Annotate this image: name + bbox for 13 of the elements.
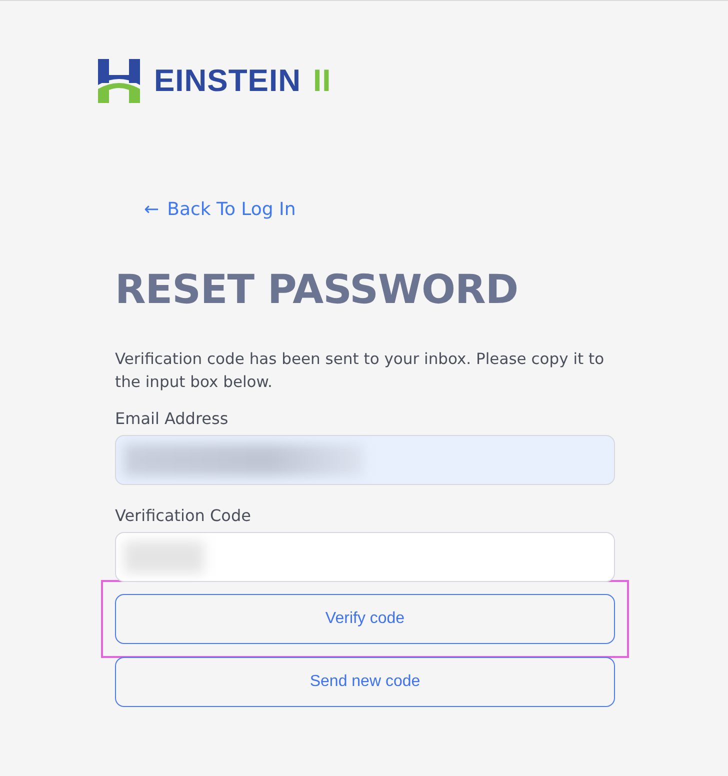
instruction-text: Verification code has been sent to your inbox. Please copy it to the input box below. [115,349,606,393]
field-label: Email Address [115,408,230,430]
field-label: Verification Code [115,505,252,527]
logo-icon [98,59,140,103]
brand-suffix: II [312,63,332,99]
input-field[interactable] [115,435,615,485]
action-button[interactable]: Send new code [115,657,615,707]
back-link[interactable]: ← Back To Log In [144,199,296,220]
page-title: RESET PASSWORD [115,266,520,314]
brand-name: EINSTEIN [154,63,301,99]
arrow-left-icon: ← [144,199,160,220]
input-field[interactable] [115,532,615,582]
action-button[interactable]: Verify code [115,594,615,644]
